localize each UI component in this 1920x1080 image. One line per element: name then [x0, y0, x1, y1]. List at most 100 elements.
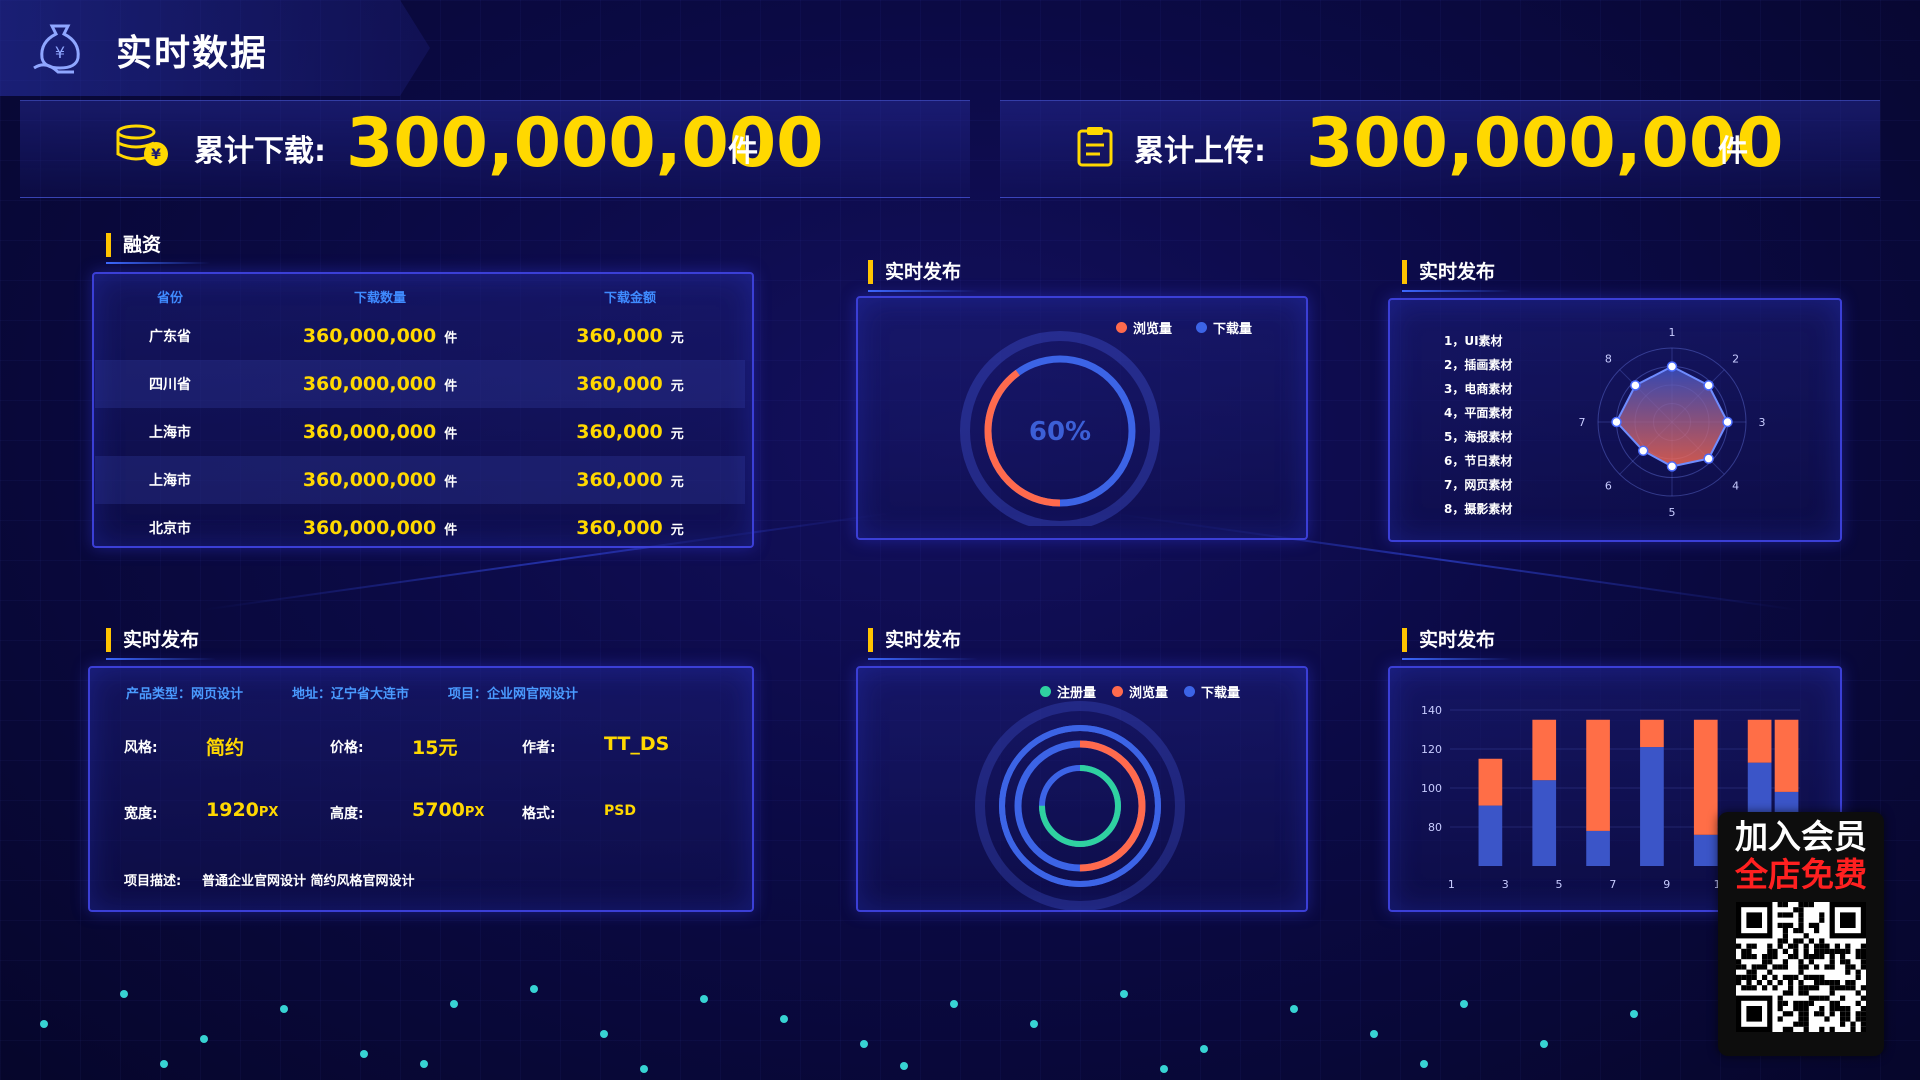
count-unit: 件 — [444, 427, 458, 442]
qr-module — [1808, 938, 1814, 944]
qr-module — [1819, 980, 1825, 986]
qr-module — [1798, 928, 1804, 934]
count-unit: 件 — [444, 475, 458, 490]
qr-module — [1798, 1000, 1804, 1006]
particle-dot — [1460, 1000, 1468, 1008]
qr-module — [1772, 985, 1778, 991]
particle-dot — [640, 1065, 648, 1073]
qr-module — [1814, 980, 1820, 986]
x-tick-label: 7 — [1609, 878, 1616, 890]
qr-module — [1777, 1006, 1783, 1012]
qr-module — [1808, 985, 1814, 991]
qr-module — [1788, 912, 1794, 918]
particle-dot — [950, 1000, 958, 1008]
radar-list-item: 8，摄影素材 — [1444, 502, 1513, 516]
qr-module — [1850, 964, 1856, 970]
qr-module — [1855, 1016, 1861, 1022]
page-title: 实时数据 — [116, 33, 269, 74]
qr-module — [1793, 948, 1799, 954]
qr-module — [1840, 948, 1846, 954]
qr-module — [1736, 959, 1742, 965]
amount-unit: 元 — [670, 427, 684, 442]
qr-module — [1840, 954, 1846, 960]
column-header: 下载金额 — [604, 290, 657, 306]
rings-chart — [975, 701, 1185, 911]
qr-module — [1803, 990, 1809, 996]
qr-module — [1803, 964, 1809, 970]
qr-module — [1793, 1006, 1799, 1012]
qr-module — [1803, 948, 1809, 954]
qr-module — [1819, 943, 1825, 949]
upload-total-value: 300,000,000 — [1306, 104, 1784, 183]
qr-module — [1819, 1006, 1825, 1012]
particle-dot — [530, 985, 538, 993]
qr-module — [1840, 995, 1846, 1001]
amount-cell: 360,000 元 — [515, 408, 745, 456]
qr-module — [1772, 964, 1778, 970]
qr-module — [1819, 1026, 1825, 1032]
count-unit: 件 — [444, 523, 458, 538]
qr-module — [1741, 964, 1747, 970]
qr-module — [1746, 974, 1752, 980]
qr-module — [1746, 943, 1752, 949]
radar-list-item: 1，UI素材 — [1444, 334, 1503, 348]
qr-module — [1798, 917, 1804, 923]
qr-module — [1746, 954, 1752, 960]
qr-module — [1788, 980, 1794, 986]
membership-promo-card[interactable]: 加入会员 全店免费 — [1718, 812, 1884, 1056]
qr-code-icon — [1736, 902, 1866, 1032]
bar-segment-upper — [1532, 719, 1557, 781]
svg-text:¥: ¥ — [151, 147, 161, 163]
style-value: 简约 — [206, 737, 245, 759]
qr-module — [1829, 948, 1835, 954]
qr-module — [1782, 974, 1788, 980]
qr-module — [1808, 959, 1814, 965]
qr-module — [1793, 928, 1799, 934]
qr-module — [1814, 985, 1820, 991]
qr-module — [1741, 954, 1747, 960]
rings-section-title: 实时发布 — [868, 628, 961, 652]
qr-module — [1777, 938, 1783, 944]
particle-dot — [420, 1060, 428, 1068]
qr-module — [1741, 948, 1747, 954]
particle-dot — [120, 990, 128, 998]
radar-point — [1666, 361, 1678, 372]
radar-list-item: 6，节日素材 — [1444, 454, 1513, 468]
qr-module — [1855, 974, 1861, 980]
qr-module — [1824, 948, 1830, 954]
qr-module — [1829, 1006, 1835, 1012]
bar-segment-lower — [1586, 830, 1610, 866]
qr-module — [1803, 902, 1809, 908]
qr-module — [1746, 980, 1752, 986]
qr-module — [1798, 964, 1804, 970]
qr-code[interactable] — [1736, 902, 1866, 1032]
qr-module — [1814, 995, 1820, 1001]
qr-module — [1824, 980, 1830, 986]
qr-module — [1788, 1011, 1794, 1017]
radar-axis-label: 8 — [1605, 352, 1612, 365]
amount-value: 360,000 — [576, 325, 663, 347]
project-section-title: 实时发布 — [106, 628, 199, 652]
qr-module — [1829, 990, 1835, 996]
svg-text:¥: ¥ — [55, 43, 65, 62]
qr-module — [1829, 959, 1835, 965]
rings-outer-glow — [975, 701, 1185, 911]
qr-module — [1860, 1016, 1866, 1022]
section-underline — [106, 262, 210, 264]
radar-point — [1703, 380, 1714, 391]
qr-module — [1746, 985, 1752, 991]
qr-module — [1777, 964, 1783, 970]
qr-module — [1788, 922, 1794, 928]
count-value: 360,000,000 — [302, 325, 437, 347]
qr-module — [1793, 1021, 1799, 1027]
x-tick-label: 9 — [1663, 878, 1670, 890]
bar-segment-upper — [1640, 719, 1664, 748]
qr-module — [1834, 980, 1840, 986]
qr-module — [1845, 959, 1851, 965]
radar-axis-label: 4 — [1732, 480, 1739, 493]
qr-module — [1782, 902, 1788, 908]
qr-module — [1834, 943, 1840, 949]
qr-module — [1834, 948, 1840, 954]
qr-module — [1782, 938, 1788, 944]
x-tick-label: 3 — [1502, 878, 1509, 890]
